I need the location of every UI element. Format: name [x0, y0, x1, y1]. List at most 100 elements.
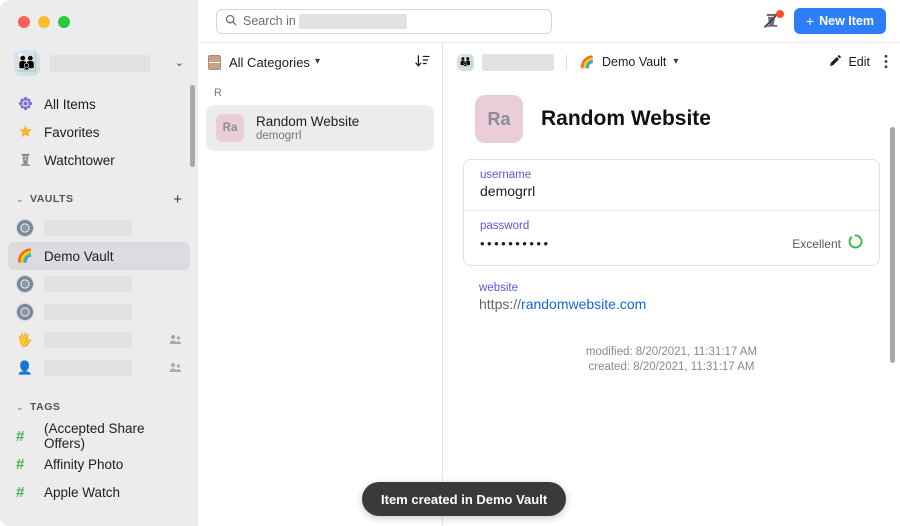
sidebar-item-label: All Items: [44, 96, 96, 112]
sidebar-vault-item[interactable]: [8, 214, 190, 242]
chevron-down-icon[interactable]: ▾: [673, 57, 678, 67]
sidebar-item-watchtower[interactable]: Watchtower: [8, 146, 190, 174]
app-window: 👪 ⌄ All Items Favorites Watchtower ⌄ VAU…: [0, 0, 900, 526]
more-vertical-icon[interactable]: [884, 54, 888, 71]
add-vault-button[interactable]: +: [173, 192, 182, 207]
hash-icon: #: [16, 455, 25, 473]
vault-name-redacted: [44, 304, 132, 320]
content-body: All Categories ▾ R Ra Random Website dem…: [198, 43, 900, 526]
vault-name-redacted: [44, 360, 132, 376]
tags-section-header[interactable]: ⌄ TAGS: [8, 396, 190, 418]
chevron-down-icon[interactable]: ⌄: [16, 194, 30, 205]
modified-timestamp: modified: 8/20/2021, 11:31:17 AM: [585, 346, 758, 358]
strength-label: Excellent: [792, 237, 841, 251]
toast-notification: Item created in Demo Vault: [362, 482, 567, 516]
hash-icon: #: [16, 483, 25, 501]
edit-button[interactable]: Edit: [829, 54, 870, 70]
toolbar: Search in + New Item: [198, 0, 900, 43]
vault-name-redacted: [44, 332, 132, 348]
notification-badge: [775, 10, 784, 18]
sidebar-item-all-items[interactable]: All Items: [8, 90, 190, 118]
search-icon: [225, 14, 237, 28]
star-icon: [16, 124, 34, 141]
sidebar-scrollbar[interactable]: [190, 85, 195, 167]
detail-title-row: Ra Random Website: [463, 81, 880, 159]
person-vault-icon: 👤: [16, 360, 34, 375]
watchtower-alert-icon[interactable]: [762, 10, 784, 31]
tag-label: (Accepted Share Offers): [44, 421, 145, 451]
field-row-password[interactable]: password •••••••••• Excellent: [464, 210, 879, 265]
field-col: password ••••••••••: [480, 220, 551, 254]
tag-label: Affinity Photo: [44, 456, 124, 472]
plus-icon: +: [805, 13, 815, 29]
zoom-button[interactable]: [58, 16, 70, 28]
field-row-username[interactable]: username demogrrl: [464, 160, 879, 210]
minimize-button[interactable]: [38, 16, 50, 28]
tag-label: Apple Watch: [44, 484, 121, 500]
sidebar-vault-item[interactable]: 🖐: [8, 326, 190, 354]
sidebar-vault-item-demo-vault[interactable]: 🌈 Demo Vault: [8, 242, 190, 270]
gear-vault-icon: [16, 303, 34, 321]
search-input[interactable]: Search in: [216, 8, 552, 34]
vault-name-redacted: [44, 276, 132, 292]
chevron-down-icon[interactable]: ⌄: [16, 402, 30, 413]
chevron-down-icon[interactable]: ▾: [315, 57, 320, 67]
vault-label: Demo Vault: [44, 248, 114, 264]
category-filter-label[interactable]: All Categories: [229, 55, 310, 70]
new-item-label: New Item: [819, 14, 874, 28]
detail-scrollbar[interactable]: [890, 127, 895, 363]
field-label: website: [479, 282, 518, 294]
sidebar-vault-item[interactable]: [8, 270, 190, 298]
file-cabinet-icon: [208, 54, 221, 70]
chevron-down-icon[interactable]: ⌄: [175, 57, 184, 69]
website-value: https://randomwebsite.com: [479, 296, 864, 312]
traffic-lights: [0, 0, 198, 38]
sidebar-item-label: Favorites: [44, 124, 100, 140]
gear-vault-icon: [16, 219, 34, 237]
gear-vault-icon: [16, 275, 34, 293]
tags-section-label: TAGS: [30, 401, 61, 413]
shared-vault-icon: [169, 362, 182, 375]
account-switcher[interactable]: 👪 ⌄: [8, 46, 190, 80]
detail-avatar: Ra: [475, 95, 523, 143]
detail-account-redacted: [482, 53, 554, 71]
website-link[interactable]: randomwebsite.com: [521, 296, 646, 312]
item-text: Random Website demogrrl: [256, 114, 359, 142]
credentials-card: username demogrrl password •••••••••• Ex…: [463, 159, 880, 266]
new-item-button[interactable]: + New Item: [793, 8, 886, 34]
detail-body: Ra Random Website username demogrrl pass…: [443, 81, 900, 526]
sort-descending-icon[interactable]: [415, 54, 430, 70]
sidebar-item-favorites[interactable]: Favorites: [8, 118, 190, 146]
nav-list: All Items Favorites Watchtower: [0, 90, 198, 174]
sidebar-tag-item[interactable]: # Apple Watch: [8, 478, 190, 506]
field-label: username: [480, 169, 532, 181]
field-col: username demogrrl: [480, 169, 535, 199]
item-list-header: All Categories ▾: [198, 43, 442, 81]
timestamps: modified: 8/20/2021, 11:31:17 AM created…: [463, 346, 880, 373]
vaults-section-label: VAULTS: [30, 193, 74, 205]
detail-panel: 👪 🌈 Demo Vault ▾ Edit Ra Random Website …: [443, 43, 900, 526]
item-avatar: Ra: [216, 114, 244, 142]
password-strength: Excellent: [792, 234, 863, 254]
family-avatar: 👪: [457, 53, 474, 71]
sidebar-vault-item[interactable]: [8, 298, 190, 326]
sidebar-tag-item[interactable]: # (Accepted Share Offers): [8, 421, 190, 451]
main-area: Search in + New Item All Categories ▾ R …: [198, 0, 900, 526]
edit-label: Edit: [848, 55, 870, 69]
password-masked-value: ••••••••••: [480, 236, 551, 251]
strength-ring-icon: [848, 234, 863, 254]
sidebar-item-label: Watchtower: [44, 152, 115, 168]
sidebar: 👪 ⌄ All Items Favorites Watchtower ⌄ VAU…: [0, 0, 198, 526]
sidebar-vault-item[interactable]: 👤: [8, 354, 190, 382]
close-button[interactable]: [18, 16, 30, 28]
hand-vault-icon: 🖐: [16, 332, 34, 347]
search-placeholder: Search in: [243, 14, 296, 28]
list-item[interactable]: Ra Random Website demogrrl: [206, 105, 434, 151]
sidebar-tag-item[interactable]: # Affinity Photo: [8, 450, 190, 478]
all-items-icon: [16, 96, 34, 113]
detail-vault-name[interactable]: Demo Vault: [602, 55, 666, 69]
item-title: Random Website: [256, 114, 360, 129]
vaults-section-header[interactable]: ⌄ VAULTS +: [8, 188, 190, 210]
item-subtitle: demogrrl: [256, 130, 302, 142]
shared-vault-icon: [169, 334, 182, 347]
